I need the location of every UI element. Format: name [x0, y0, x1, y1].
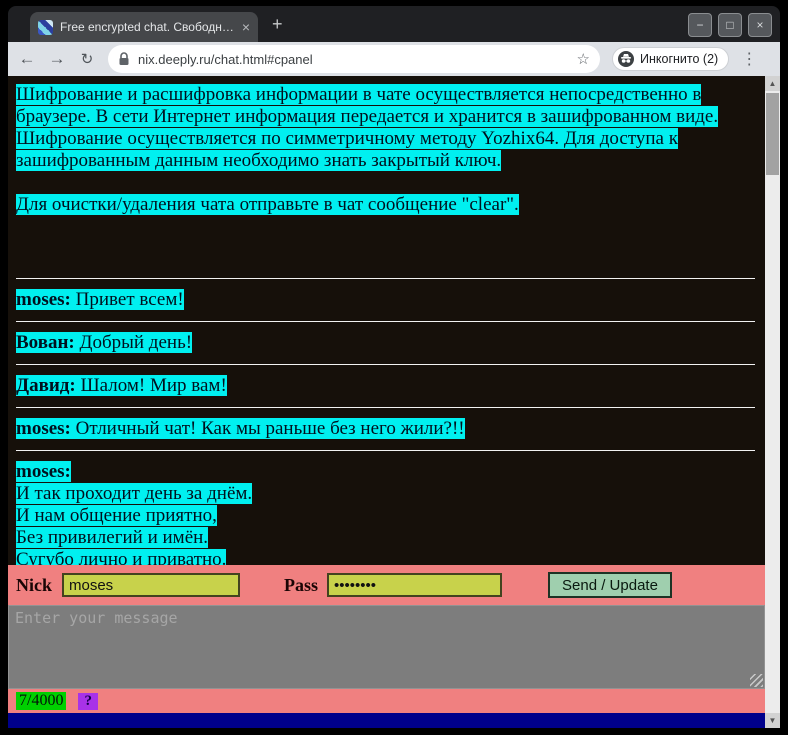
chat-message: moses: Привет всем! — [16, 289, 755, 311]
tab-favicon — [38, 19, 53, 35]
scroll-down-icon[interactable]: ▼ — [765, 713, 780, 728]
char-counter: 7/4000 — [16, 692, 67, 710]
nick-label: Nick — [16, 574, 52, 595]
tab[interactable]: Free encrypted chat. Свободны... × — [30, 12, 258, 42]
chat-log: Шифрование и расшифровка информации в ча… — [8, 76, 765, 565]
poem-line: И так проходит день за днём. — [16, 483, 253, 504]
maximize-button[interactable]: □ — [718, 13, 742, 37]
back-icon[interactable]: ← — [14, 49, 40, 69]
browser-window: Free encrypted chat. Свободны... × + − □… — [8, 6, 780, 728]
menu-icon[interactable]: ⋮ — [741, 49, 757, 69]
message-box — [8, 605, 765, 689]
forward-icon[interactable]: → — [44, 49, 70, 69]
chat-intro: Шифрование и расшифровка информации в ча… — [16, 84, 719, 171]
help-link[interactable]: ? — [78, 692, 98, 710]
url-text: nix.deeply.ru/chat.html#cpanel — [138, 51, 313, 67]
message-textarea[interactable] — [8, 605, 765, 689]
message-nick: moses: — [16, 461, 71, 482]
bookmark-star-icon[interactable]: ☆ — [577, 50, 590, 68]
scroll-thumb[interactable] — [766, 93, 779, 175]
message-text: Шалом! Мир вам! — [80, 375, 227, 396]
message-separator — [16, 364, 755, 365]
footer-strip — [8, 713, 765, 728]
pass-label: Pass — [284, 574, 319, 595]
message-separator — [16, 407, 755, 408]
chat-message: moses: И так проходит день за днём. И на… — [16, 461, 755, 565]
incognito-label: Инкогнито (2) — [640, 52, 719, 66]
tab-bar: Free encrypted chat. Свободны... × + − □… — [8, 6, 780, 42]
message-nick: moses: — [16, 418, 71, 439]
message-nick: Вован: — [16, 332, 75, 353]
resize-grip-icon[interactable] — [750, 674, 763, 687]
scrollbar[interactable]: ▲ ▼ — [765, 76, 780, 728]
chat-message: moses: Отличный чат! Как мы раньше без н… — [16, 418, 755, 440]
incognito-icon — [618, 51, 634, 67]
lock-icon — [118, 52, 130, 66]
message-separator — [16, 321, 755, 322]
status-row: 7/4000 ? — [8, 689, 765, 713]
nick-input[interactable] — [62, 573, 240, 597]
scroll-up-icon[interactable]: ▲ — [765, 76, 780, 91]
chat-spacer — [16, 216, 755, 268]
reload-icon[interactable]: ↻ — [74, 50, 100, 68]
control-panel: Nick Pass Send / Update — [8, 565, 765, 605]
message-text: Добрый день! — [79, 332, 193, 353]
pass-input[interactable] — [327, 573, 503, 597]
message-text: Отличный чат! Как мы раньше без него жил… — [75, 418, 465, 439]
message-text: Привет всем! — [75, 289, 184, 310]
send-update-button[interactable]: Send / Update — [548, 572, 672, 598]
poem-line: Сугубо лично и приватно. — [16, 549, 227, 565]
new-tab-button[interactable]: + — [272, 14, 283, 34]
page-content: Шифрование и расшифровка информации в ча… — [8, 76, 780, 728]
address-bar[interactable]: nix.deeply.ru/chat.html#cpanel ☆ — [108, 45, 600, 73]
close-button[interactable]: × — [748, 13, 772, 37]
chat-clear-hint: Для очистки/удаления чата отправьте в ча… — [16, 194, 519, 215]
minimize-button[interactable]: − — [688, 13, 712, 37]
tab-close-icon[interactable]: × — [242, 19, 250, 35]
incognito-badge: Инкогнито (2) — [612, 47, 730, 71]
window-controls: − □ × — [688, 13, 772, 37]
message-separator — [16, 278, 755, 279]
tab-title: Free encrypted chat. Свободны... — [60, 20, 235, 34]
poem-line: И нам общение приятно, — [16, 505, 217, 526]
message-nick: Давид: — [16, 375, 76, 396]
poem-line: Без привилегий и имён. — [16, 527, 209, 548]
message-separator — [16, 450, 755, 451]
nav-bar: ← → ↻ nix.deeply.ru/chat.html#cpanel ☆ И… — [8, 42, 780, 76]
chat-message: Давид: Шалом! Мир вам! — [16, 375, 755, 397]
chat-message: Вован: Добрый день! — [16, 332, 755, 354]
message-nick: moses: — [16, 289, 71, 310]
